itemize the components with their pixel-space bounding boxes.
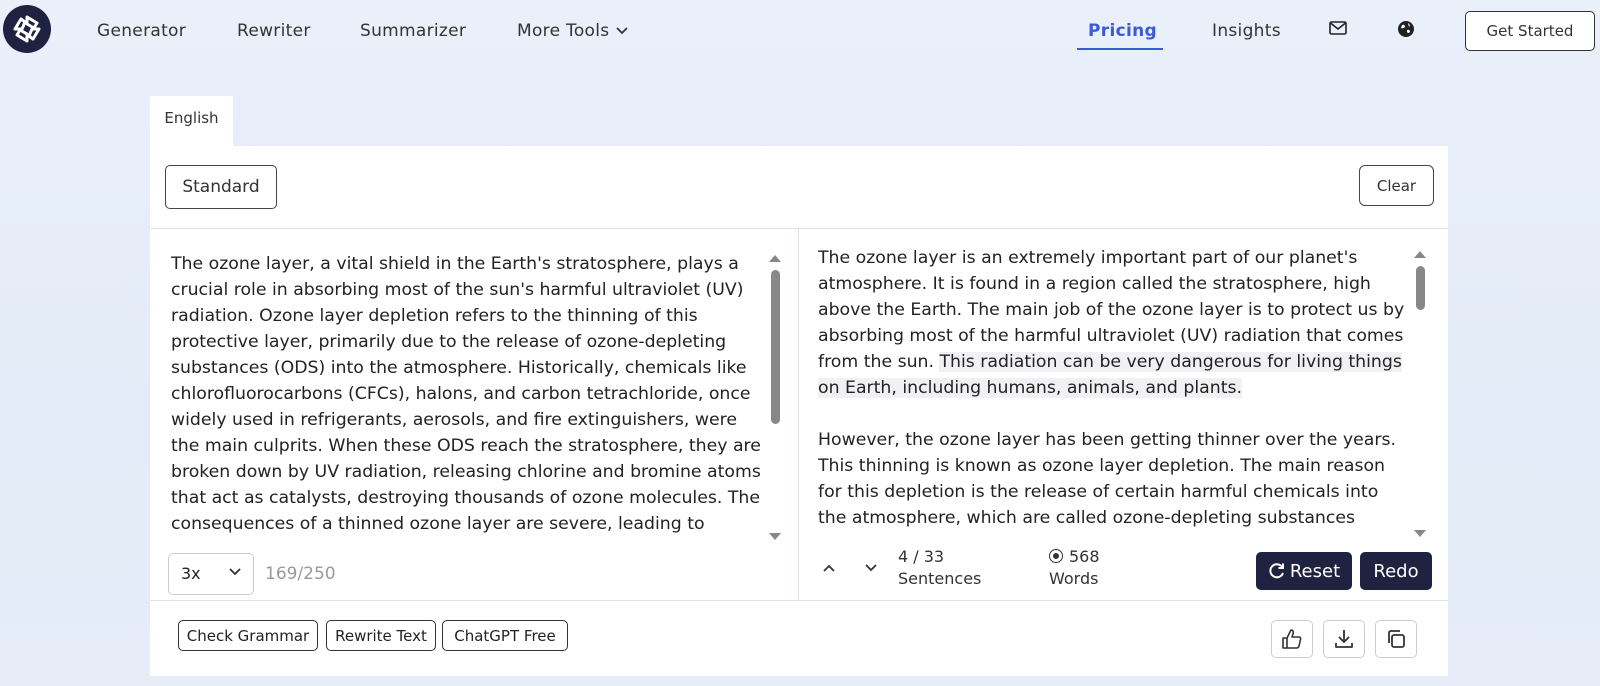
- output-scrollbar-thumb[interactable]: [1416, 266, 1425, 310]
- word-label: Words: [1049, 569, 1099, 588]
- logo-icon: [13, 15, 41, 43]
- scroll-up-arrow[interactable]: [769, 255, 781, 262]
- scroll-down-arrow[interactable]: [769, 533, 781, 540]
- mail-icon[interactable]: [1329, 21, 1347, 40]
- active-nav-underline: [1077, 48, 1163, 50]
- clear-button[interactable]: Clear: [1359, 165, 1434, 206]
- strength-value: 3x: [181, 564, 201, 583]
- output-paragraph-1: The ozone layer is an extremely importan…: [818, 245, 1408, 401]
- tab-english[interactable]: English: [150, 96, 233, 146]
- word-count: 568: [1069, 547, 1100, 566]
- output-text-area[interactable]: The ozone layer is an extremely importan…: [818, 245, 1408, 530]
- refresh-icon: [1269, 563, 1284, 579]
- download-icon: [1335, 630, 1353, 648]
- divider: [150, 228, 1448, 229]
- top-navbar: Generator Rewriter Summarizer More Tools…: [0, 0, 1600, 66]
- divider: [150, 600, 1448, 601]
- paraphraser-card: Standard Clear The ozone layer, a vital …: [150, 146, 1448, 676]
- nav-more-tools-label: More Tools: [517, 21, 610, 41]
- word-counter: 568 Words: [1049, 546, 1100, 590]
- reset-label: Reset: [1289, 560, 1341, 582]
- sentence-label: Sentences: [898, 569, 982, 588]
- reset-button[interactable]: Reset: [1256, 552, 1352, 590]
- nav-more-tools[interactable]: More Tools: [517, 21, 629, 41]
- rewrite-text-button[interactable]: Rewrite Text: [326, 620, 436, 651]
- nav-pricing[interactable]: Pricing: [1088, 21, 1157, 41]
- radio-icon: [1049, 549, 1063, 563]
- chevron-down-icon: [865, 564, 877, 572]
- input-text: The ozone layer, a vital shield in the E…: [171, 254, 761, 534]
- sentence-position: 4 / 33: [898, 547, 945, 566]
- pane-divider: [798, 229, 799, 600]
- chevron-down-icon: [229, 568, 241, 576]
- nav-summarizer[interactable]: Summarizer: [360, 21, 466, 41]
- download-button[interactable]: [1323, 620, 1365, 658]
- like-button[interactable]: [1271, 620, 1313, 658]
- nav-insights[interactable]: Insights: [1212, 21, 1281, 41]
- sentence-counter: 4 / 33 Sentences: [898, 546, 981, 590]
- globe-icon[interactable]: [1397, 20, 1415, 43]
- word-limit-counter: 169/250: [265, 564, 336, 584]
- chevron-down-icon: [616, 27, 629, 35]
- previous-sentence-button[interactable]: [822, 561, 836, 580]
- next-sentence-button[interactable]: [864, 561, 878, 580]
- mode-standard-button[interactable]: Standard: [165, 165, 277, 209]
- output-paragraph-2: However, the ozone layer has been gettin…: [818, 430, 1396, 528]
- scroll-down-arrow[interactable]: [1414, 530, 1426, 537]
- brand-logo[interactable]: [3, 5, 51, 53]
- chevron-up-icon: [823, 564, 835, 572]
- input-scrollbar-thumb[interactable]: [771, 270, 780, 424]
- strength-select[interactable]: 3x: [168, 553, 254, 595]
- copy-icon: [1388, 630, 1405, 648]
- scroll-up-arrow[interactable]: [1414, 251, 1426, 258]
- thumbs-up-icon: [1282, 629, 1302, 649]
- redo-button[interactable]: Redo: [1360, 552, 1432, 590]
- chatgpt-free-button[interactable]: ChatGPT Free: [442, 620, 568, 651]
- nav-rewriter[interactable]: Rewriter: [237, 21, 311, 41]
- copy-button[interactable]: [1375, 620, 1417, 658]
- input-text-area[interactable]: The ozone layer, a vital shield in the E…: [171, 251, 761, 540]
- nav-generator[interactable]: Generator: [97, 21, 186, 41]
- get-started-button[interactable]: Get Started: [1465, 11, 1595, 51]
- check-grammar-button[interactable]: Check Grammar: [178, 620, 318, 651]
